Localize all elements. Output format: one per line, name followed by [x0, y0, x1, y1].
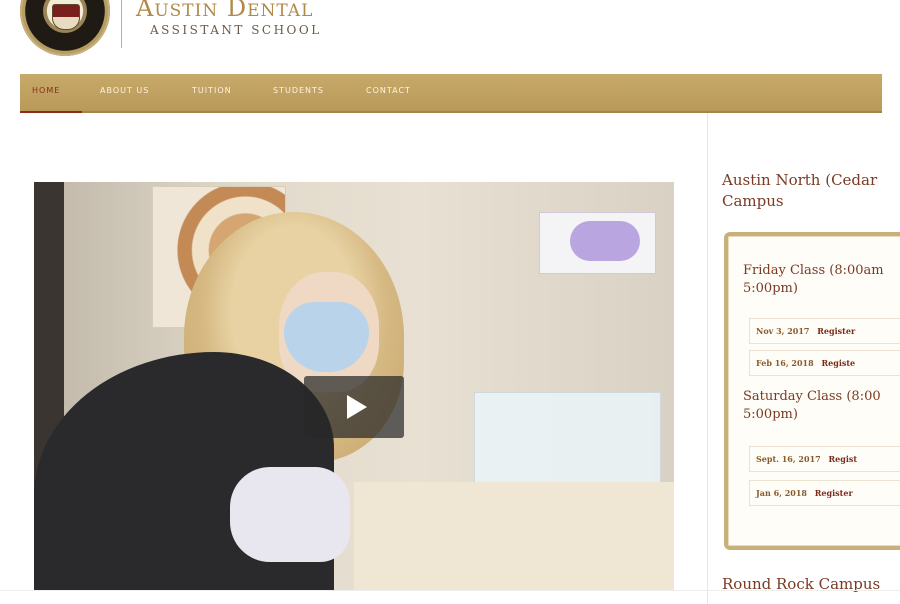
nav-item-home[interactable]: HOME — [32, 86, 60, 95]
friday-class-title: Friday Class (8:00am 5:00pm) — [743, 263, 884, 296]
gloved-hand — [230, 467, 350, 562]
class-date: Sept. 16, 2017 — [756, 454, 821, 464]
register-link[interactable]: Regist — [829, 454, 858, 464]
date-row: Feb 16, 2018 Registe — [749, 350, 900, 376]
logo-divider — [121, 0, 122, 48]
brand-subtitle: ASSISTANT SCHOOL — [150, 23, 322, 37]
register-link[interactable]: Register — [817, 326, 855, 336]
glove-pile — [570, 221, 640, 261]
class-date: Jan 6, 2018 — [756, 488, 807, 498]
brand-title[interactable]: Austin Dental — [136, 0, 313, 22]
date-row: Jan 6, 2018 Register — [749, 480, 900, 506]
glove-dispenser — [539, 212, 656, 274]
date-row: Nov 3, 2017 Register — [749, 318, 900, 344]
play-icon — [347, 395, 367, 419]
school-seal-logo[interactable] — [20, 0, 110, 56]
nav-item-about-us[interactable]: ABOUT US — [100, 86, 149, 95]
sidebar-divider — [707, 113, 708, 604]
campus-heading: Austin North (Cedar Campus — [722, 171, 878, 210]
clear-storage-box — [474, 392, 661, 484]
main-navbar: HOME ABOUT US TUITION STUDENTS CONTACT — [20, 74, 882, 113]
page-bottom-rule — [0, 590, 900, 591]
shield-icon — [52, 4, 80, 30]
work-bench — [354, 482, 674, 590]
nav-item-students[interactable]: STUDENTS — [273, 86, 324, 95]
date-row: Sept. 16, 2017 Regist — [749, 446, 900, 472]
site-header: Austin Dental ASSISTANT SCHOOL — [0, 0, 900, 72]
active-nav-indicator — [20, 111, 82, 113]
video-play-button[interactable] — [304, 376, 404, 438]
nav-item-tuition[interactable]: TUITION — [192, 86, 232, 95]
register-link[interactable]: Registe — [821, 358, 855, 368]
class-schedule-box: Friday Class (8:00am 5:00pm) Nov 3, 2017… — [724, 232, 900, 550]
class-date: Nov 3, 2017 — [756, 326, 810, 336]
register-link[interactable]: Register — [815, 488, 853, 498]
class-date: Feb 16, 2018 — [756, 358, 814, 368]
nav-item-contact[interactable]: CONTACT — [366, 86, 411, 95]
saturday-class-title: Saturday Class (8:00 5:00pm) — [743, 389, 881, 422]
